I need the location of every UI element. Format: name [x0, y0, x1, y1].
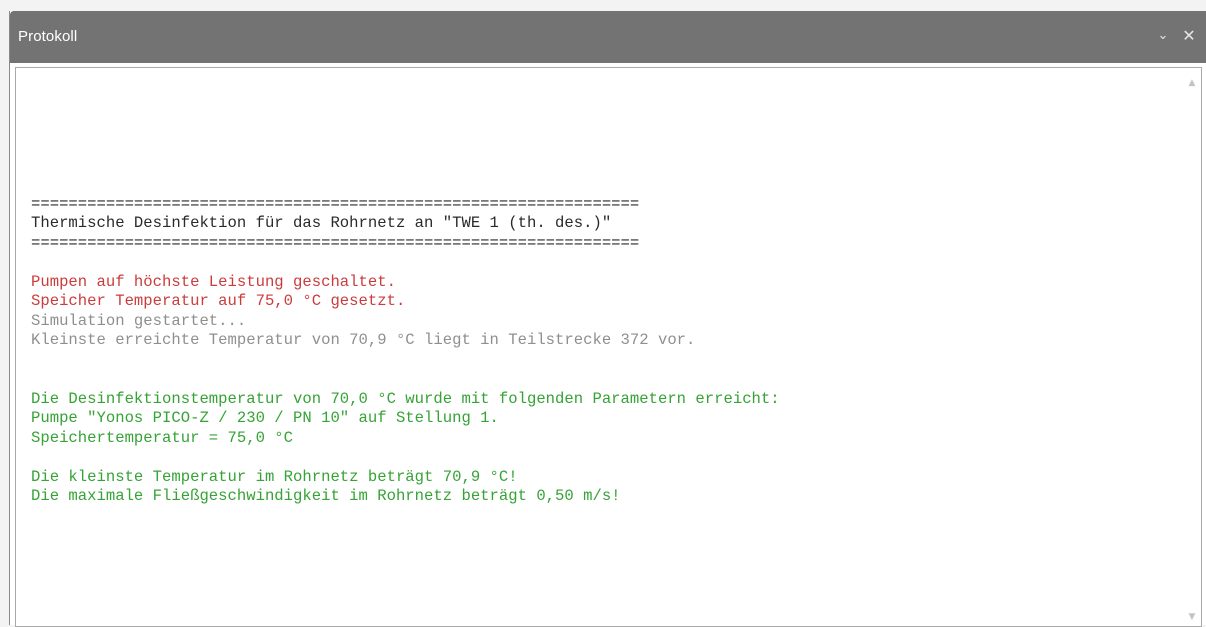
chevron-down-icon[interactable]: ⌄	[1153, 25, 1173, 47]
log-line: Speicher Temperatur auf 75,0 °C gesetzt.	[31, 292, 406, 310]
log-line: Die kleinste Temperatur im Rohrnetz betr…	[31, 467, 518, 486]
log-line: Simulation gestartet...	[31, 311, 247, 330]
scroll-down-icon[interactable]: ▼	[1183, 608, 1201, 626]
protokoll-window: Protokoll ⌄ ✕ ==========================…	[9, 11, 1206, 627]
scroll-up-icon[interactable]: ▲	[1183, 74, 1201, 92]
log-line: Pumpe "Yonos PICO-Z / 230 / PN 10" auf S…	[31, 409, 499, 427]
log-text-area[interactable]: ========================================…	[31, 136, 1175, 507]
log-line: Pumpen auf höchste Leistung geschaltet.	[31, 272, 396, 291]
log-line: Kleinste erreichte Temperatur von 70,9 °…	[31, 331, 696, 349]
log-panel[interactable]: ========================================…	[15, 67, 1202, 627]
log-line: Die maximale Fließgeschwindigkeit im Roh…	[31, 487, 621, 505]
log-line: Speichertemperatur = 75,0 °C	[31, 428, 294, 447]
log-line: ========================================…	[31, 194, 640, 213]
log-line: ========================================…	[31, 233, 640, 252]
window-title: Protokoll	[18, 28, 78, 45]
title-bar[interactable]: Protokoll ⌄ ✕	[10, 11, 1206, 63]
log-line: Thermische Desinfektion für das Rohrnetz…	[31, 214, 612, 232]
vertical-scrollbar[interactable]: ▲ ▼	[1183, 68, 1201, 626]
log-line: Die Desinfektionstemperatur von 70,0 °C …	[31, 389, 780, 408]
close-icon[interactable]: ✕	[1179, 25, 1199, 47]
